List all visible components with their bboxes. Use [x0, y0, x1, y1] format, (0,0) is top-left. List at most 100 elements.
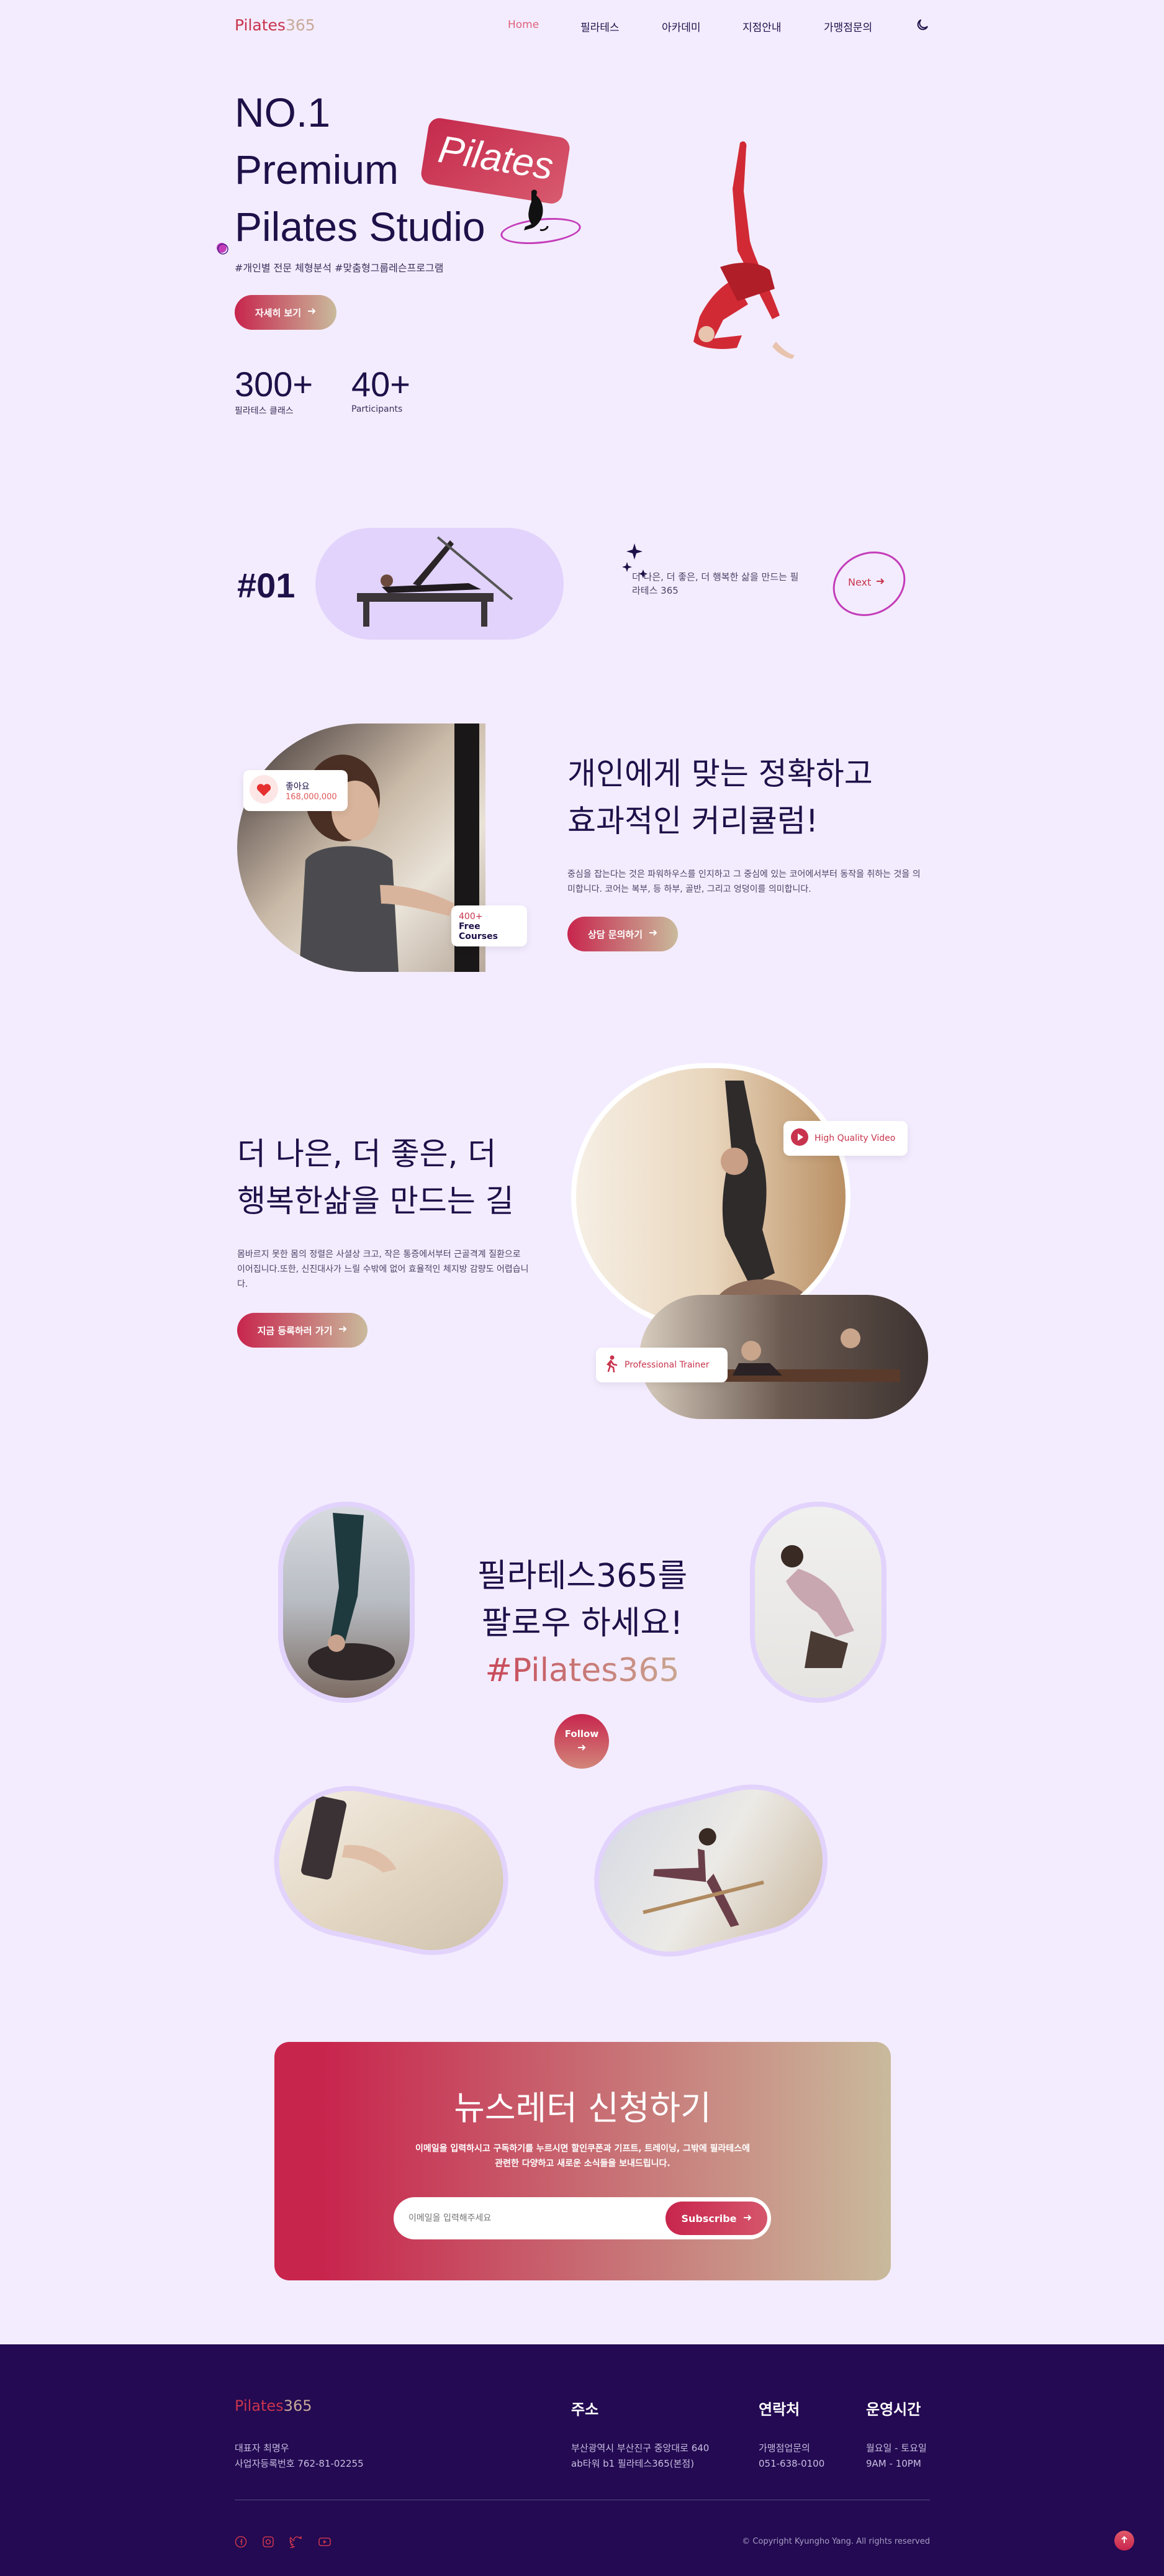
- better-title-line: 더 나은, 더 좋은, 더: [237, 1136, 497, 1172]
- video-badge-label: High Quality Video: [814, 1133, 896, 1143]
- footer-address-line: ab타워 b1 필라테스365(본점): [571, 2458, 695, 2469]
- logo[interactable]: Pilates365: [235, 16, 315, 34]
- footer-hours-line: 9AM - 10PM: [866, 2458, 921, 2469]
- hero-hashtags: #개인별 전문 체형분석 #맞춤형그룹레슨프로그램: [235, 262, 444, 274]
- copyright: © Copyright Kyungho Yang. All rights res…: [742, 2537, 930, 2546]
- arrow-right-icon: [876, 576, 885, 588]
- email-input[interactable]: [408, 2206, 644, 2231]
- arrow-right-icon: [307, 307, 316, 318]
- nav-franchise[interactable]: 가맹점문의: [824, 19, 872, 34]
- follow-hashtag: #Pilates365: [446, 1647, 719, 1694]
- curriculum-title: 개인에게 맞는 정확하고 효과적인 커리큘럼!: [567, 750, 873, 845]
- nav-locations[interactable]: 지점안내: [742, 19, 782, 34]
- logo-main: Pilates: [235, 16, 286, 34]
- footer-hours: 월요일 - 토요일 9AM - 10PM: [866, 2441, 927, 2472]
- register-label: 지금 등록하러 가기: [257, 1325, 333, 1336]
- footer-contact: 가맹점업문의 051-638-0100: [759, 2441, 824, 2472]
- newsletter-desc-line: 관련한 다양하고 새로운 소식들을 보내드립니다.: [495, 2159, 670, 2169]
- trainer-badge-label: Professional Trainer: [625, 1360, 710, 1370]
- next-button[interactable]: Next: [848, 576, 885, 588]
- social-links: [235, 2536, 332, 2551]
- section01-text: 더 나은, 더 좋은, 더 행복한 삶을 만드는 필라테스 365: [632, 571, 799, 596]
- footer-address-line: 부산광역시 부산진구 중앙대로 640: [571, 2442, 710, 2454]
- nav-home[interactable]: Home: [508, 19, 539, 31]
- footer-hours-line: 월요일 - 토요일: [866, 2442, 927, 2454]
- curriculum-title-line: 개인에게 맞는 정확하고: [567, 756, 873, 792]
- hero-pilates-figure: [683, 137, 807, 375]
- footer-logo-main: Pilates: [235, 2397, 284, 2415]
- hero-title-line: Pilates Studio: [235, 204, 485, 250]
- section-number: #01: [237, 566, 296, 605]
- footer-hours-title: 운영시간: [866, 2401, 921, 2418]
- arrow-right-icon: [743, 2213, 752, 2225]
- better-desc: 몸바르지 못한 몸의 정렬은 사셜상 크고, 작은 통증에서부터 근골격계 질환…: [237, 1249, 529, 1289]
- twitter-icon[interactable]: [289, 2536, 303, 2551]
- newsletter-title: 뉴스레터 신청하기: [454, 2088, 711, 2128]
- nav-pilates[interactable]: 필라테스: [580, 19, 620, 34]
- courses-count: 400+: [459, 912, 483, 922]
- stat-label: Participants: [351, 404, 403, 414]
- footer-company-info: 대표자 최명우 사업자등록번호 762-81-02255: [235, 2441, 364, 2472]
- likes-count: 168,000,000: [286, 792, 337, 802]
- footer-contact-line: 가맹점업문의: [759, 2442, 810, 2454]
- newsletter-desc-line: 이메일을 입력하시고 구독하기를 누르시면 할인쿠폰과 기프트, 트레이닝, 그…: [415, 2144, 751, 2154]
- footer: Pilates365 대표자 최명우 사업자등록번호 762-81-02255 …: [0, 2344, 1164, 2576]
- stat-number: 300+: [235, 365, 314, 404]
- footer-address: 부산광역시 부산진구 중앙대로 640 ab타워 b1 필라테스365(본점): [571, 2441, 709, 2472]
- play-icon: [791, 1128, 808, 1148]
- cat-icon: [519, 186, 550, 238]
- moon-icon[interactable]: [915, 17, 930, 35]
- hero-detail-button[interactable]: 자세히 보기: [235, 295, 336, 330]
- follow-button[interactable]: Follow: [554, 1714, 609, 1769]
- subscribe-label: Subscribe: [681, 2212, 737, 2225]
- follow-photo-1: [278, 1502, 415, 1703]
- follow-title-line: 필라테스365를: [477, 1558, 688, 1595]
- arrow-right-icon: [338, 1325, 347, 1336]
- runner-icon: [603, 1355, 618, 1375]
- footer-logo[interactable]: Pilates365: [235, 2397, 312, 2415]
- consult-label: 상담 문의하기: [587, 928, 643, 940]
- follow-photo-4: [578, 1768, 844, 1973]
- arrow-up-icon: [1120, 2535, 1129, 2547]
- hero-detail-label: 자세히 보기: [255, 307, 302, 319]
- follow-title-line: 팔로우 하세요!: [481, 1605, 684, 1642]
- instagram-icon[interactable]: [262, 2536, 274, 2551]
- facebook-icon[interactable]: [235, 2536, 247, 2551]
- trainer-badge: Professional Trainer: [596, 1348, 728, 1382]
- scroll-top-button[interactable]: [1114, 2531, 1134, 2551]
- subscribe-button[interactable]: Subscribe: [665, 2202, 767, 2235]
- arrow-right-icon: [649, 928, 657, 940]
- newsletter-form: Subscribe: [394, 2197, 771, 2239]
- curriculum-desc: 중심을 잡는다는 것은 파워하우스를 인지하고 그 중심에 있는 코어에서부터 …: [567, 869, 921, 894]
- footer-contact-phone[interactable]: 051-638-0100: [759, 2456, 824, 2472]
- stat-number: 40+: [351, 365, 410, 404]
- stat-label: 필라테스 클래스: [235, 406, 294, 416]
- next-label: Next: [848, 576, 872, 588]
- newsletter-desc: 이메일을 입력하시고 구독하기를 누르시면 할인쿠폰과 기프트, 트레이닝, 그…: [274, 2141, 891, 2171]
- footer-logo-num: 365: [283, 2397, 312, 2415]
- stat-classes: 300+ 필라테스 클래스: [235, 364, 313, 417]
- courses-label: Free Courses: [459, 922, 498, 941]
- video-badge: High Quality Video: [783, 1121, 908, 1156]
- curriculum-title-line: 효과적인 커리큘럼!: [567, 803, 818, 839]
- reformer-figure: [345, 531, 525, 633]
- footer-contact-title: 연락처: [759, 2401, 800, 2418]
- follow-title: 필라테스365를 팔로우 하세요! #Pilates365: [446, 1553, 719, 1694]
- better-title-line: 행복한삶을 만드는 길: [237, 1183, 514, 1219]
- likes-card: 좋아요 168,000,000: [243, 770, 348, 811]
- stat-participants: 40+ Participants: [351, 364, 410, 414]
- likes-label: 좋아요: [286, 781, 310, 792]
- youtube-icon[interactable]: [318, 2536, 332, 2551]
- footer-ceo: 대표자 최명우: [235, 2442, 289, 2454]
- follow-label: Follow: [564, 1728, 599, 1739]
- decor-dot-icon: [215, 241, 230, 258]
- register-button[interactable]: 지금 등록하러 가기: [237, 1313, 368, 1348]
- courses-card: 400+ Free Courses: [451, 905, 527, 946]
- logo-num: 365: [285, 16, 315, 34]
- nav-academy[interactable]: 아카데미: [662, 19, 701, 34]
- footer-biz-number: 사업자등록번호 762-81-02255: [235, 2458, 364, 2469]
- consult-button[interactable]: 상담 문의하기: [567, 917, 678, 951]
- footer-address-title: 주소: [571, 2401, 599, 2418]
- arrow-right-icon: [577, 1743, 586, 1754]
- heart-icon: [250, 775, 278, 806]
